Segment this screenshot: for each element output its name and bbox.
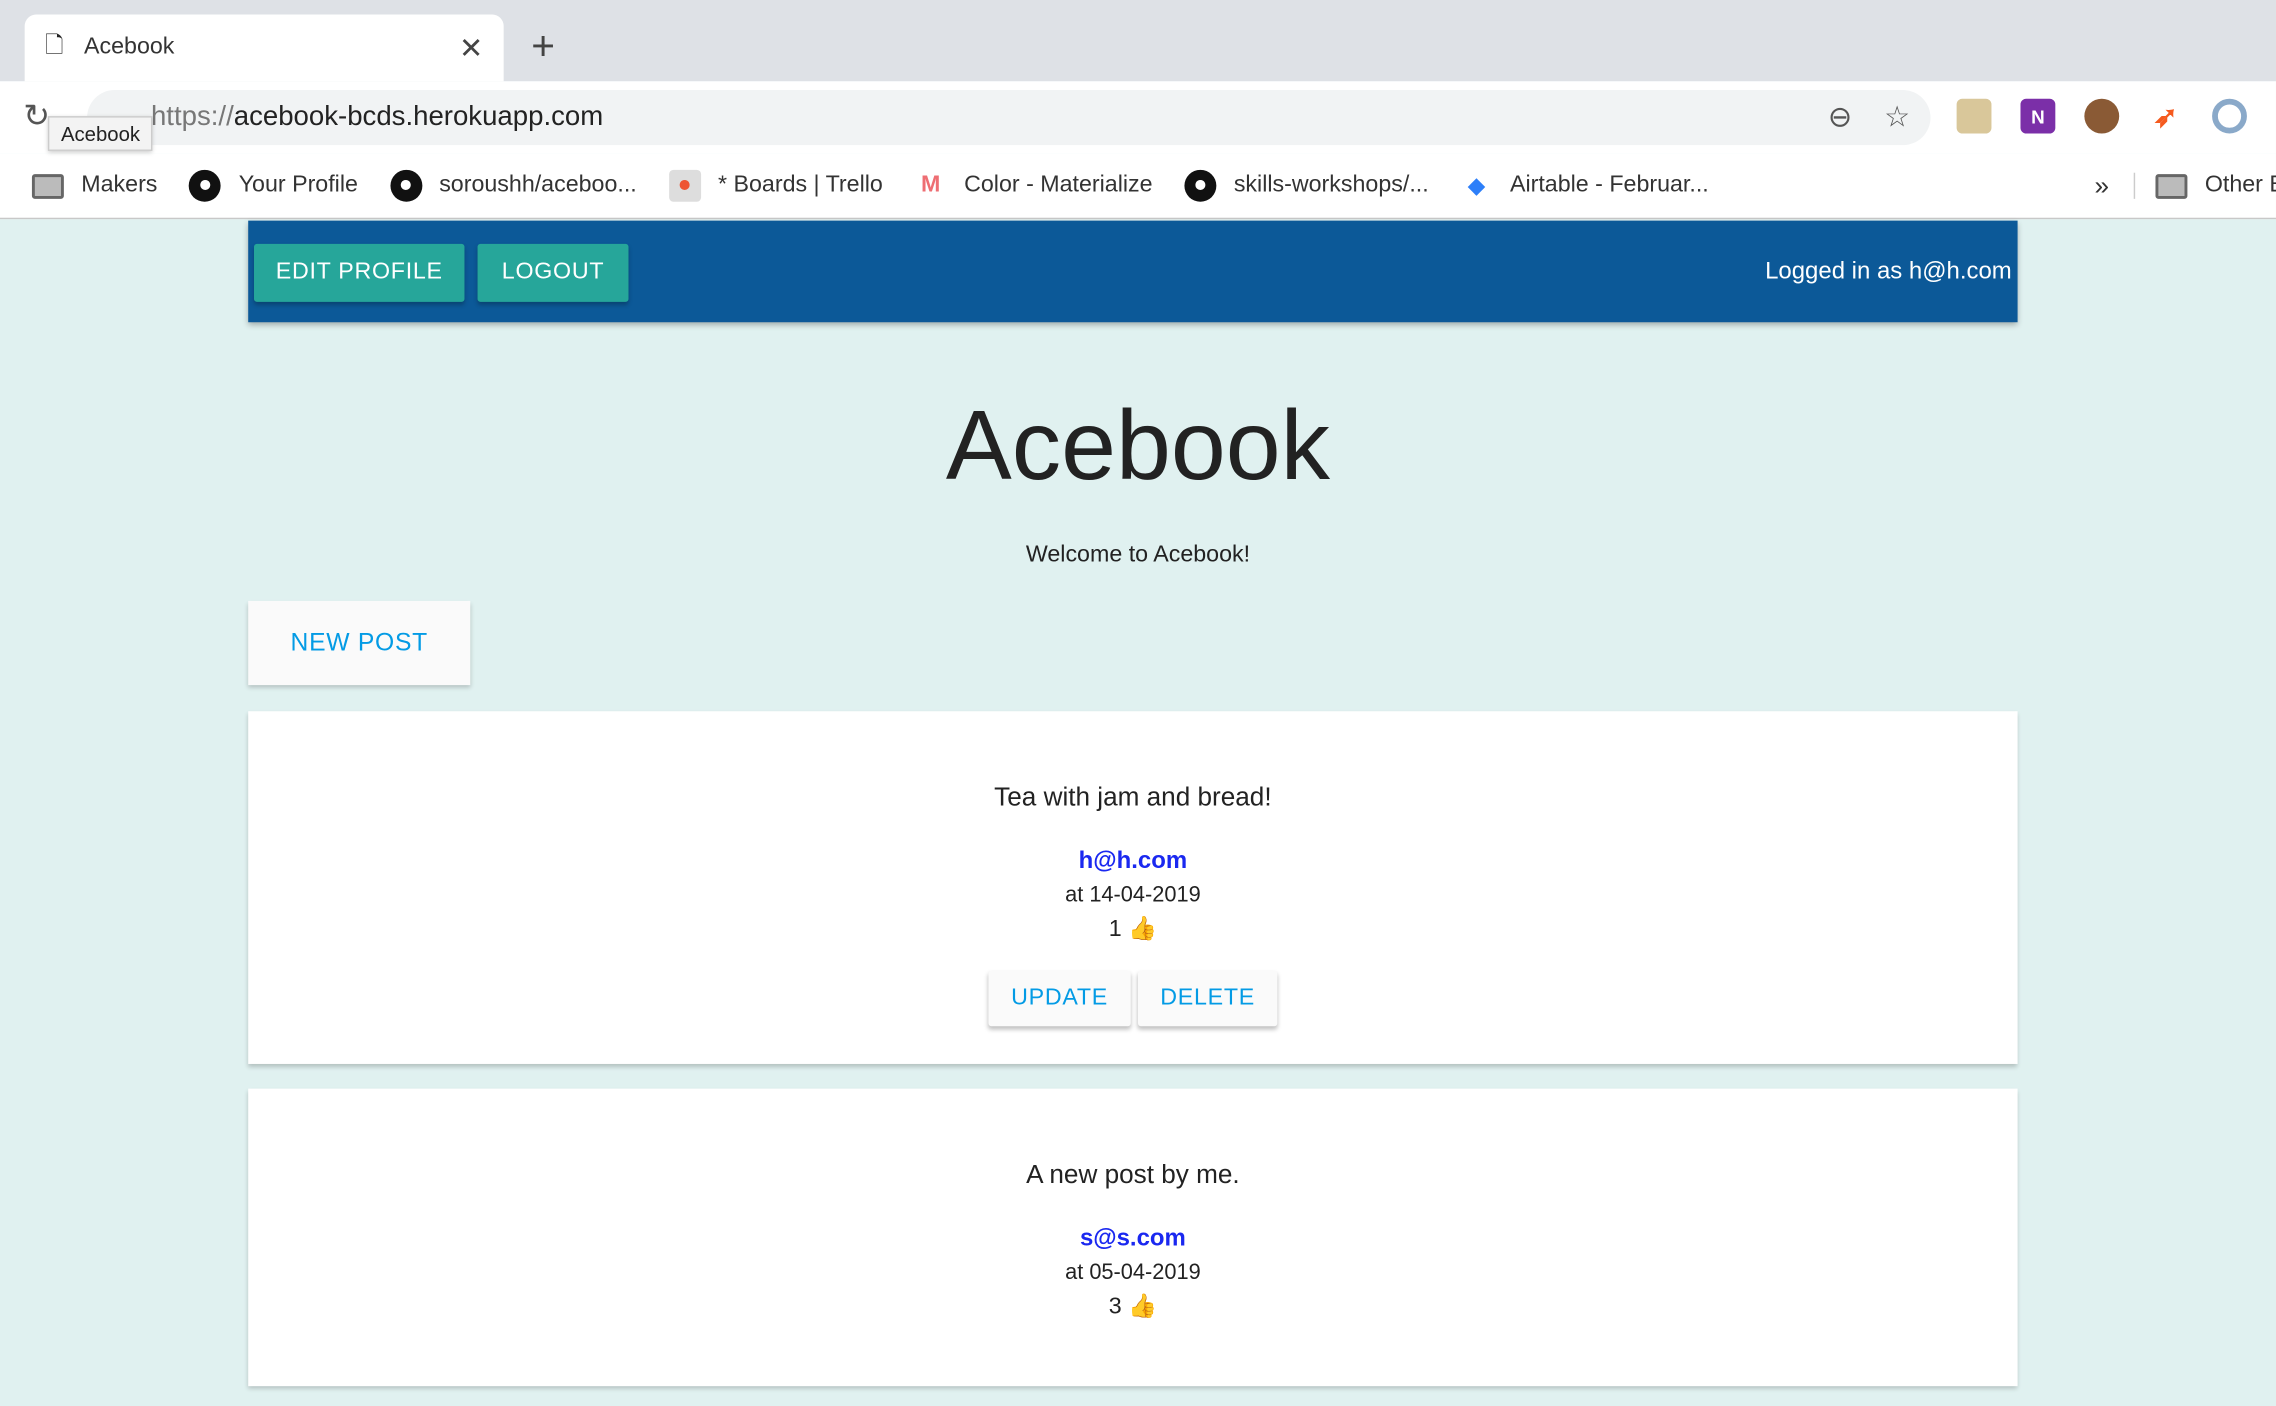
- bookmark-trello[interactable]: ● * Boards | Trello: [668, 169, 883, 202]
- post-date: at 05-04-2019: [1065, 1259, 1201, 1285]
- materialize-icon: M: [921, 172, 941, 198]
- bookmark-label: Other Bookmarks: [2204, 172, 2276, 198]
- logged-in-status: Logged in as h@h.com: [1765, 258, 2012, 285]
- cookie-extension-icon[interactable]: [2084, 98, 2120, 134]
- bookmark-label: Color - Materialize: [964, 172, 1153, 198]
- address-bar[interactable]: https://acebook-bcds.herokuapp.com ⊖ ☆: [87, 89, 1931, 146]
- new-post-button[interactable]: NEW POST: [248, 600, 471, 686]
- bookmark-label: skills-workshops/...: [1233, 172, 1429, 198]
- new-tab-button[interactable]: +: [531, 23, 555, 69]
- lock-extension-icon[interactable]: [1956, 98, 1992, 134]
- post-message: A new post by me.: [1026, 1159, 1240, 1189]
- post-author-link[interactable]: h@h.com: [248, 848, 2017, 876]
- tab-strip: 🗋 Acebook ✕ +: [0, 0, 2276, 82]
- post-date: at 14-04-2019: [1065, 882, 1201, 908]
- post-author-link[interactable]: s@s.com: [248, 1225, 2017, 1253]
- reload-icon[interactable]: ↻: [23, 97, 50, 135]
- navbar: EDIT PROFILE LOGOUT Logged in as h@h.com: [248, 220, 2018, 323]
- logout-button[interactable]: LOGOUT: [477, 243, 629, 302]
- folder-icon: [2155, 173, 2188, 199]
- post-card: A new post by me. s@s.com at 05-04-2019 …: [248, 1088, 2018, 1387]
- post-message: Tea with jam and bread!: [994, 782, 1272, 812]
- tab-title: Acebook: [84, 34, 175, 60]
- bookmark-label: Your Profile: [238, 172, 358, 198]
- bookmark-star-icon[interactable]: ☆: [1884, 99, 1910, 135]
- trello-icon: ●: [668, 169, 701, 202]
- welcome-text: Welcome to Acebook!: [1025, 542, 1251, 568]
- ring-extension-icon[interactable]: [2212, 98, 2247, 134]
- bookmark-label: Airtable - Februar...: [1509, 172, 1709, 198]
- bookmark-makers[interactable]: Makers: [31, 172, 158, 199]
- post-likes[interactable]: 1 👍: [248, 914, 2017, 943]
- github-icon: ●: [189, 169, 222, 202]
- post-card: Tea with jam and bread! h@h.com at 14-04…: [248, 711, 2018, 1064]
- github-icon: ●: [1184, 169, 1217, 202]
- edit-profile-button[interactable]: EDIT PROFILE: [254, 243, 465, 302]
- bookmark-airtable[interactable]: ◆ Airtable - Februar...: [1461, 170, 1709, 202]
- airtable-icon: ◆: [1467, 174, 1486, 199]
- zoom-out-icon[interactable]: ⊖: [1828, 99, 1852, 135]
- browser-toolbar: ↻ https://acebook-bcds.herokuapp.com ⊖ ☆…: [0, 81, 2276, 154]
- github-icon: ●: [389, 169, 422, 202]
- close-tab-icon[interactable]: ✕: [459, 30, 483, 66]
- onenote-extension-icon[interactable]: N: [2020, 98, 2056, 134]
- browser-tab[interactable]: 🗋 Acebook ✕: [24, 14, 504, 82]
- rabbit-extension-icon[interactable]: ➶: [2148, 99, 2183, 134]
- bookmark-soroushh[interactable]: ● soroushh/aceboo...: [389, 169, 637, 202]
- bookmarks-bar: Makers ● Your Profile ● soroushh/aceboo...…: [0, 153, 2276, 220]
- tab-tooltip: Acebook: [47, 116, 154, 151]
- other-bookmarks[interactable]: Other Bookmarks: [2133, 172, 2276, 199]
- delete-button[interactable]: DELETE: [1137, 971, 1278, 1027]
- bookmark-materialize[interactable]: M Color - Materialize: [915, 170, 1153, 202]
- bookmarks-overflow-button[interactable]: »: [2095, 171, 2110, 201]
- folder-icon: [31, 173, 64, 199]
- bookmark-label: soroushh/aceboo...: [439, 172, 637, 198]
- bookmark-skills-workshops[interactable]: ● skills-workshops/...: [1184, 169, 1429, 202]
- url-scheme: https://: [150, 101, 234, 133]
- page-icon: 🗋: [44, 32, 64, 58]
- update-button[interactable]: UPDATE: [988, 971, 1131, 1027]
- bookmark-label: Makers: [81, 172, 158, 198]
- page-title: Acebook: [945, 390, 1331, 501]
- bookmark-your-profile[interactable]: ● Your Profile: [189, 169, 358, 202]
- post-likes[interactable]: 3 👍: [248, 1292, 2017, 1321]
- url-host: acebook-bcds.herokuapp.com: [233, 101, 604, 133]
- bookmark-label: * Boards | Trello: [718, 172, 883, 198]
